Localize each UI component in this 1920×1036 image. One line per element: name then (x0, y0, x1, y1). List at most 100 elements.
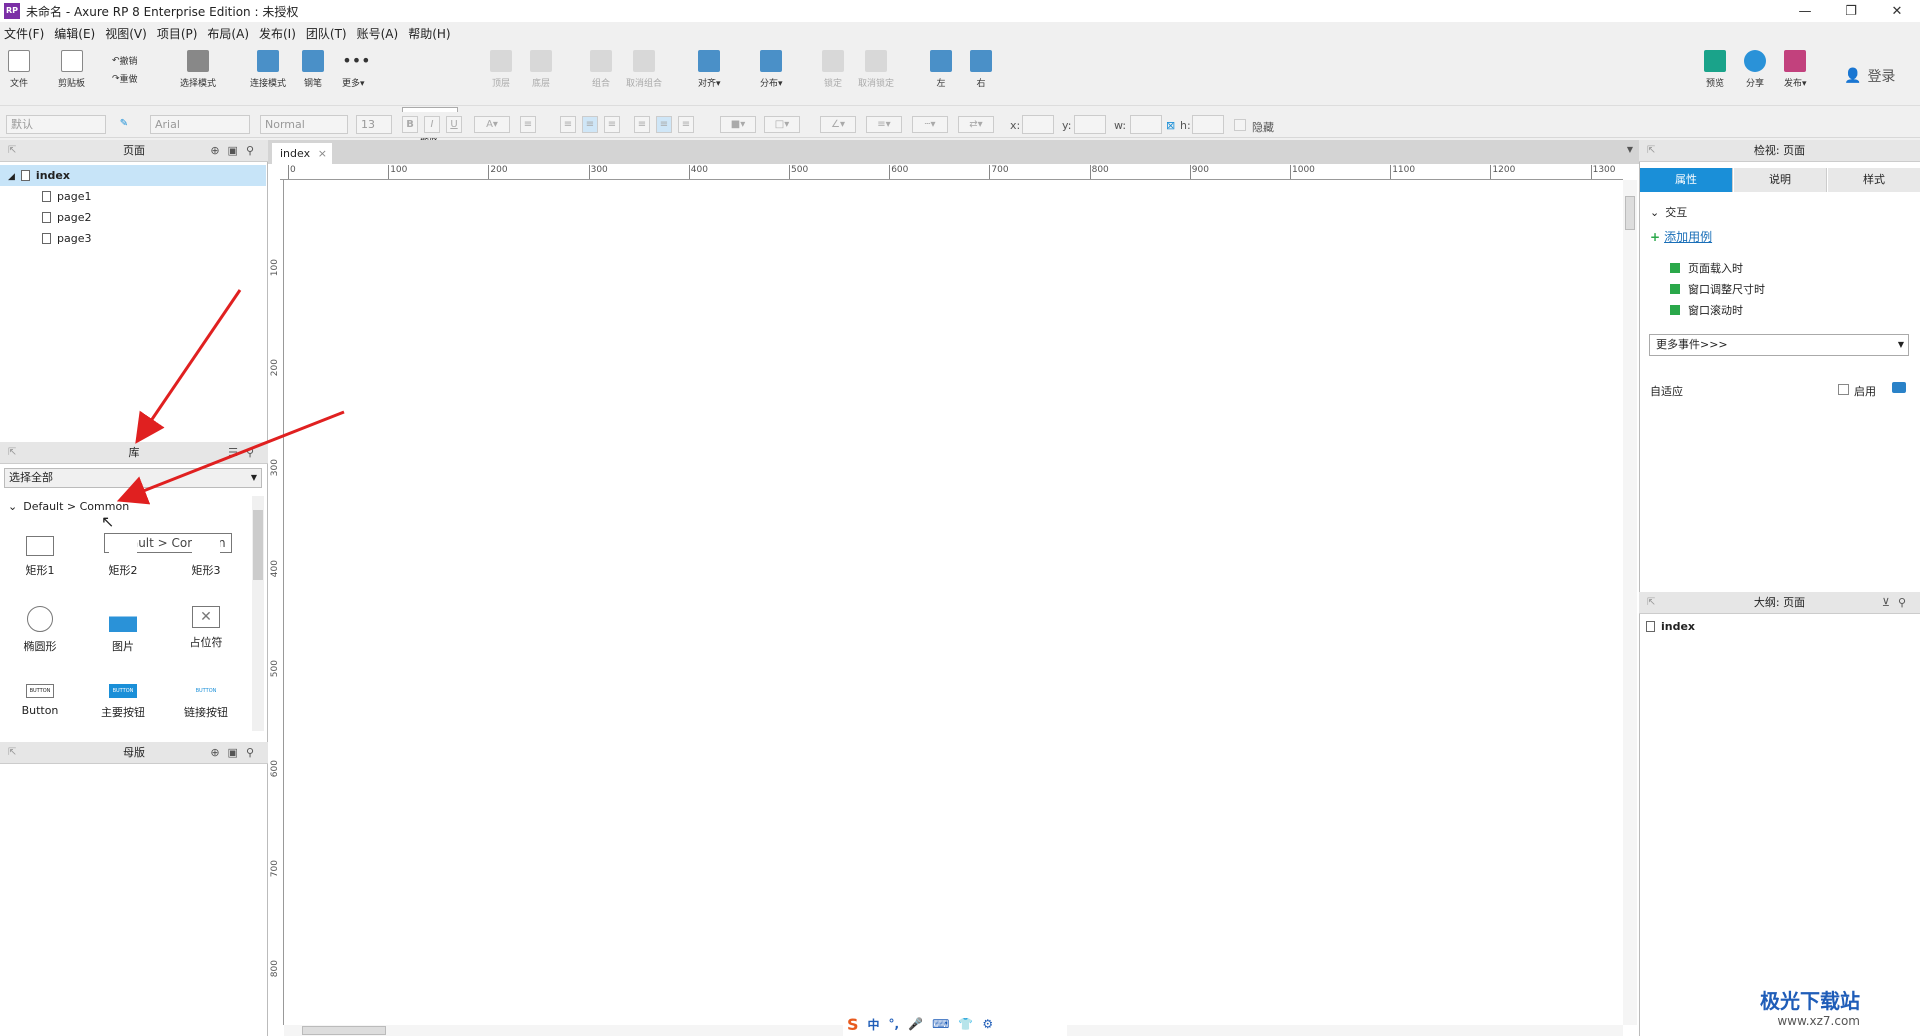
tab-properties[interactable]: 属性 (1640, 168, 1733, 192)
skin-icon[interactable]: 👕 (958, 1017, 973, 1031)
search-icon[interactable]: ⚲ (246, 144, 262, 157)
sogou-logo-icon[interactable]: S (847, 1015, 859, 1034)
pin-icon[interactable]: ⇱ (8, 442, 16, 464)
more-events-select[interactable]: 更多事件>>> ▼ (1649, 334, 1909, 356)
adaptive-settings-icon[interactable] (1892, 382, 1906, 393)
file-button[interactable]: 文件 (8, 50, 30, 89)
menu-icon[interactable]: ☰ (228, 446, 246, 459)
filter-icon[interactable]: ⊻ (1882, 596, 1898, 609)
line-width-icon[interactable]: ≡▾ (866, 116, 902, 133)
event-window-resize[interactable]: 窗口调整尺寸时 (1670, 281, 1765, 297)
menu-account[interactable]: 账号(A) (357, 25, 399, 42)
ime-chinese-mode[interactable]: 中 (868, 1016, 880, 1033)
outline-item-index[interactable]: index (1646, 620, 1695, 633)
restore-icon[interactable]: ❐ (1828, 0, 1874, 22)
align-right-icon[interactable]: ≡ (604, 116, 620, 133)
w-input[interactable] (1130, 115, 1162, 134)
vertical-scrollbar[interactable] (1623, 180, 1637, 1025)
arrow-style-icon[interactable]: ⇄▾ (958, 116, 994, 133)
menu-publish[interactable]: 发布(I) (259, 25, 296, 42)
group-button[interactable]: 组合 (590, 50, 612, 89)
ime-punctuation[interactable]: °, (889, 1017, 900, 1031)
align-top-icon[interactable]: ≡ (634, 116, 650, 133)
pin-icon[interactable]: ⇱ (1647, 592, 1655, 614)
undo-button[interactable]: ↶ 撤销 (112, 54, 138, 68)
align-center-icon[interactable]: ≡ (582, 116, 598, 133)
underline-icon[interactable]: U (446, 116, 462, 133)
menu-project[interactable]: 项目(P) (157, 25, 198, 42)
minimize-icon[interactable]: — (1782, 0, 1828, 22)
line-style-icon[interactable]: ┄▾ (912, 116, 948, 133)
library-select[interactable]: 选择全部 ▼ (4, 468, 262, 488)
y-input[interactable] (1074, 115, 1106, 134)
bullet-list-icon[interactable]: ≡ (520, 116, 536, 133)
add-folder-icon[interactable]: ▣ (228, 144, 246, 157)
library-scrollbar[interactable] (252, 496, 264, 731)
h-input[interactable] (1192, 115, 1224, 134)
settings-icon[interactable]: ⚙ (982, 1017, 993, 1031)
event-window-scroll[interactable]: 窗口滚动时 (1670, 302, 1743, 318)
font-size-select[interactable]: 13 (356, 115, 392, 134)
style-select[interactable]: 默认 (6, 115, 106, 134)
line-color-icon[interactable]: ∠▾ (820, 116, 856, 133)
chevron-down-icon[interactable]: ▼ (1627, 145, 1633, 154)
search-icon[interactable]: ⚲ (246, 446, 262, 459)
send-to-bottom-button[interactable]: 底层 (530, 50, 552, 89)
style-edit-icon[interactable]: ✎ (116, 116, 132, 133)
widget-primary-button[interactable]: BUTTON 主要按钮 (88, 684, 158, 720)
close-icon[interactable]: × (318, 143, 327, 164)
shadow-icon[interactable]: □▾ (764, 116, 800, 133)
search-icon[interactable]: ⚲ (1898, 596, 1914, 609)
widget-ellipse[interactable]: 椭圆形 (5, 606, 75, 654)
page-tree-item-page3[interactable]: page3 (0, 228, 266, 249)
more-button[interactable]: ••• 更多▾ (342, 50, 371, 89)
enable-checkbox[interactable] (1838, 384, 1849, 395)
event-page-load[interactable]: 页面载入时 (1670, 260, 1743, 276)
lock-ratio-icon[interactable]: ⊠ (1166, 119, 1175, 132)
widget-rectangle3[interactable]: 矩形3 (171, 536, 241, 578)
x-input[interactable] (1022, 115, 1054, 134)
font-family-select[interactable]: Arial (150, 115, 250, 134)
redo-button[interactable]: ↷ 重做 (112, 72, 138, 86)
right-panel-toggle[interactable]: 右 (970, 50, 992, 89)
fill-color-icon[interactable]: ■▾ (720, 116, 756, 133)
align-middle-icon[interactable]: ≡ (656, 116, 672, 133)
tab-index[interactable]: index × (272, 143, 332, 164)
add-master-icon[interactable]: ⊕ (210, 746, 227, 759)
share-button[interactable]: 分享 (1744, 50, 1766, 89)
clipboard-button[interactable]: 剪贴板 (58, 50, 85, 89)
select-mode-button[interactable]: 选择模式 (180, 50, 216, 89)
connect-mode-button[interactable]: 连接模式 (250, 50, 286, 89)
hidden-checkbox[interactable] (1234, 119, 1246, 131)
menu-file[interactable]: 文件(F) (4, 25, 44, 42)
pin-icon[interactable]: ⇱ (8, 140, 16, 162)
add-page-icon[interactable]: ⊕ (210, 144, 227, 157)
menu-layout[interactable]: 布局(A) (207, 25, 249, 42)
collapse-icon[interactable]: ◢ (8, 172, 15, 182)
pen-button[interactable]: 钢笔 (302, 50, 324, 89)
widget-link-button[interactable]: BUTTON 链接按钮 (171, 684, 241, 720)
widget-rectangle2[interactable]: 矩形2 (88, 536, 158, 578)
align-left-icon[interactable]: ≡ (560, 116, 576, 133)
pin-icon[interactable]: ⇱ (1647, 140, 1655, 162)
widget-placeholder[interactable]: ✕ 占位符 (171, 606, 241, 650)
menu-help[interactable]: 帮助(H) (408, 25, 450, 42)
add-case-link[interactable]: + 添加用例 (1650, 228, 1712, 245)
publish-button[interactable]: 发布▾ (1784, 50, 1807, 89)
pin-icon[interactable]: ⇱ (8, 742, 16, 764)
ungroup-button[interactable]: 取消组合 (626, 50, 662, 89)
font-weight-select[interactable]: Normal (260, 115, 348, 134)
unlock-button[interactable]: 取消锁定 (858, 50, 894, 89)
menu-edit[interactable]: 编辑(E) (54, 25, 95, 42)
align-bottom-icon[interactable]: ≡ (678, 116, 694, 133)
interaction-section[interactable]: ⌄ 交互 (1650, 204, 1687, 220)
lock-button[interactable]: 锁定 (822, 50, 844, 89)
preview-button[interactable]: 预览 (1704, 50, 1726, 89)
align-button[interactable]: 对齐▾ (698, 50, 721, 89)
microphone-icon[interactable]: 🎤 (908, 1017, 923, 1031)
add-folder-icon[interactable]: ▣ (228, 746, 246, 759)
tab-notes[interactable]: 说明 (1734, 168, 1827, 192)
canvas[interactable] (268, 140, 1639, 1036)
close-icon[interactable]: ✕ (1874, 0, 1920, 22)
search-icon[interactable]: ⚲ (246, 746, 262, 759)
